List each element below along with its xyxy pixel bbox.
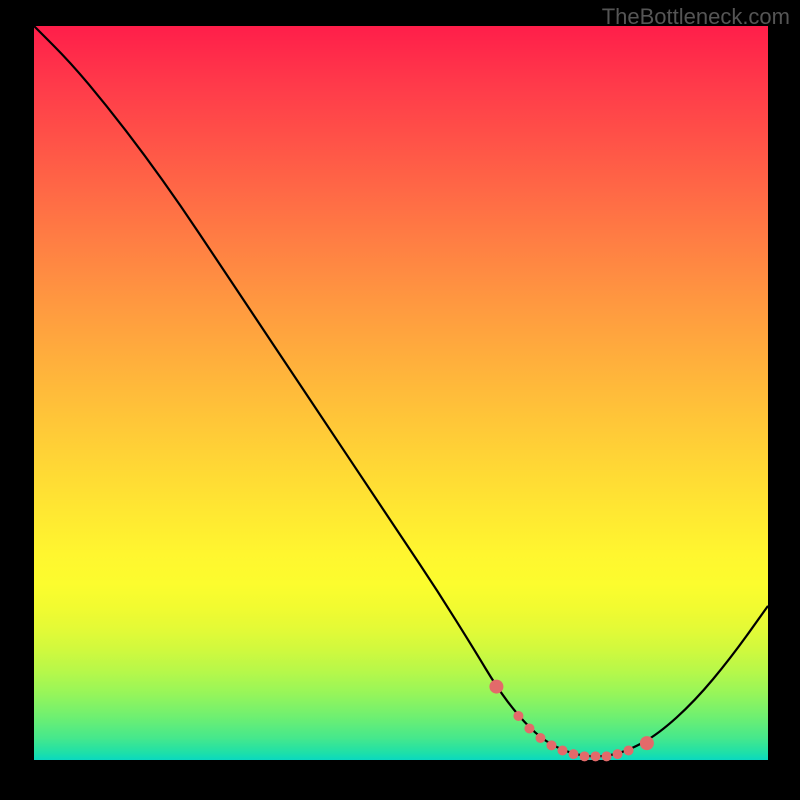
marker-point — [524, 723, 534, 733]
chart-svg — [34, 26, 768, 760]
marker-point — [624, 745, 634, 755]
marker-point — [580, 751, 590, 761]
bottleneck-curve — [34, 26, 768, 756]
marker-point — [613, 749, 623, 759]
marker-point — [513, 711, 523, 721]
marker-point — [640, 736, 654, 750]
chart-plot-area — [34, 26, 768, 760]
marker-point — [557, 745, 567, 755]
marker-point — [489, 680, 503, 694]
marker-point — [568, 749, 578, 759]
watermark-text: TheBottleneck.com — [602, 4, 790, 30]
marker-point — [535, 733, 545, 743]
marker-point — [591, 751, 601, 761]
highlighted-points — [489, 680, 653, 762]
marker-point — [546, 740, 556, 750]
marker-point — [602, 751, 612, 761]
